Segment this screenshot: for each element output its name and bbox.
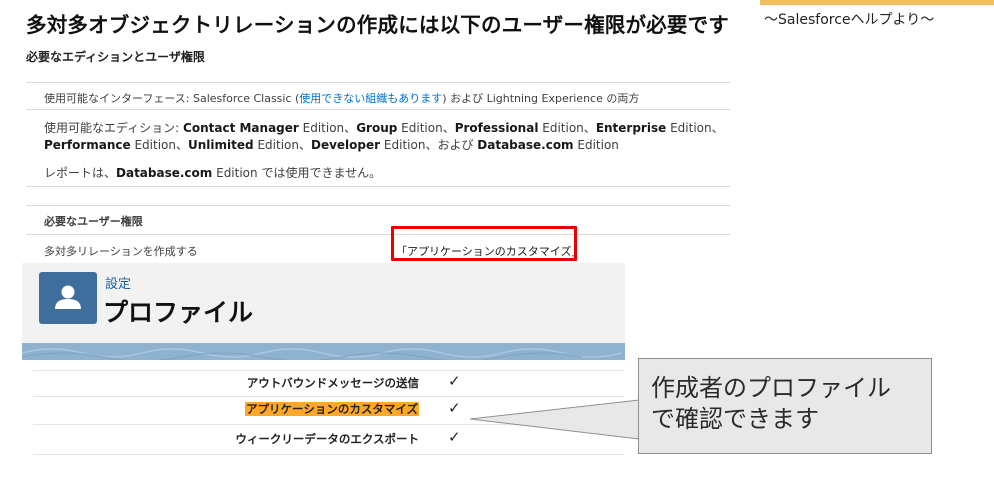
top-accent-strip [760,0,994,5]
page-title: 多対多オブジェクトリレーションの作成には以下のユーザー権限が必要です [26,13,729,37]
check-icon: ✓ [448,399,461,417]
callout-line-2: で確認できます [651,405,819,433]
report-note: レポートは、Database.com Edition では使用できません。 [44,164,381,181]
edition-word: Edition [401,121,443,135]
permission-label: ウィークリーデータのエクスポート [235,432,419,446]
edition-word: Edition [257,138,299,152]
divider [26,234,730,235]
and-word: および [437,138,478,152]
highlight-box [391,226,577,261]
report-suffix: Edition では使用できません。 [212,166,382,180]
report-edition: Database.com [116,166,213,180]
separator: 、 [442,121,455,135]
divider [26,205,730,206]
highlighted-text: アプリケーションのカスタマイズ [245,402,419,416]
check-icon: ✓ [448,372,461,390]
divider [33,454,624,455]
profile-header-panel: 設定 プロファイル [22,263,625,360]
callout-joint [639,396,642,416]
callout-text: 作成者のプロファイル で確認できます [651,373,891,435]
decorative-band [22,343,625,360]
interface-prefix: 使用可能なインターフェース: Salesforce Classic ( [44,92,300,105]
edition-name: Performance [44,138,131,152]
divider [26,109,730,110]
edition-word: Edition [542,121,584,135]
edition-name: Professional [454,121,539,135]
separator: 、 [176,138,189,152]
interface-info: 使用可能なインターフェース: Salesforce Classic (使用できな… [44,90,639,106]
divider [26,82,730,83]
edition-name: Group [356,121,398,135]
callout-line-1: 作成者のプロファイル [651,374,891,402]
permission-label: アウトバウンドメッセージの送信 [246,376,419,390]
separator: 、 [298,138,311,152]
interface-suffix: ) および Lightning Experience の両方 [442,92,640,105]
edition-name: Unlimited [188,138,254,152]
separator: 、 [583,121,596,135]
editions-line-2: Performance Edition、Unlimited Edition、De… [44,136,619,153]
permission-row-label: 多対多リレーションを作成する [44,245,198,258]
report-prefix: レポートは、 [44,166,117,180]
edition-word: Edition [670,121,712,135]
edition-name: Developer [311,138,381,152]
edition-word: Edition [302,121,345,135]
editions-line-1: 使用可能なエディション: Contact Manager Edition、Gro… [44,119,724,136]
separator: 、 [344,121,357,135]
edition-word: Edition [134,138,176,152]
interface-link[interactable]: 使用できない組織もあります [299,92,442,105]
permissions-header: 必要なユーザー権限 [44,215,143,228]
source-note: 〜Salesforceヘルプより〜 [764,12,935,28]
separator: 、 [425,138,438,152]
edition-name: Database.com [477,138,574,152]
band-pattern [22,348,623,360]
check-icon: ✓ [448,428,461,446]
edition-name: Enterprise [595,121,667,135]
breadcrumb[interactable]: 設定 [105,273,131,292]
callout-pointer [470,399,640,440]
callout-box: 作成者のプロファイル で確認できます [638,358,932,454]
permission-label-highlighted: アプリケーションのカスタマイズ [245,401,419,417]
divider [33,370,624,371]
edition-name: Contact Manager [183,121,299,135]
edition-word: Edition [383,138,426,152]
profile-title: プロファイル [103,298,254,327]
edition-word: Edition [577,138,619,152]
user-icon [39,272,97,324]
divider [26,186,730,187]
editions-prefix: 使用可能なエディション: [44,121,184,135]
separator: 、 [711,121,724,135]
section-title: 必要なエディションとユーザ権限 [26,50,205,64]
